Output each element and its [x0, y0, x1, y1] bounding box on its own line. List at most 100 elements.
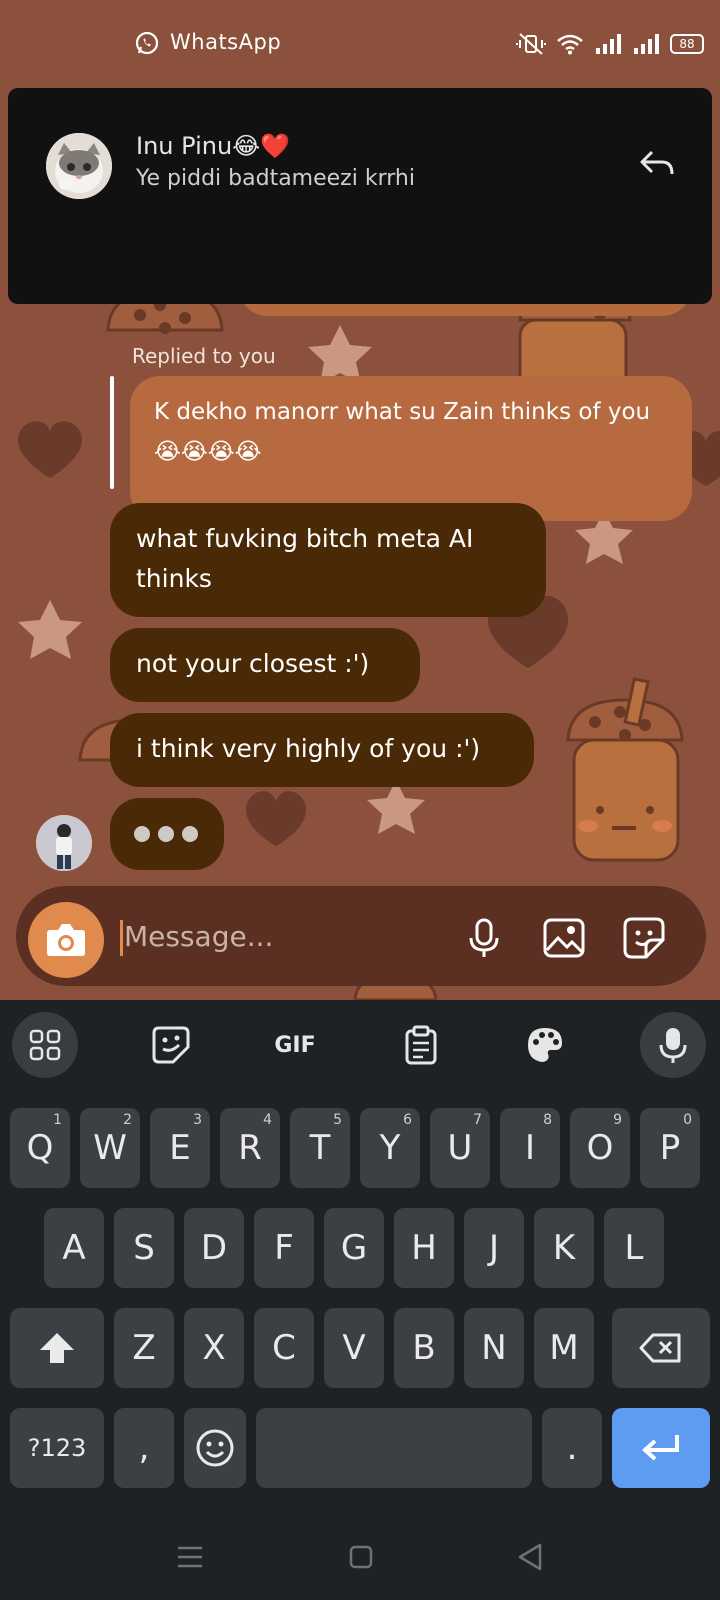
key-hint: 8	[543, 1112, 552, 1128]
key-g[interactable]: G	[324, 1208, 384, 1288]
keyboard-menu-button[interactable]	[12, 1012, 78, 1078]
message-bubble[interactable]: i think very highly of you :')	[110, 713, 534, 787]
key-o[interactable]: O9	[570, 1108, 630, 1188]
key-h[interactable]: H	[394, 1208, 454, 1288]
key-a[interactable]: A	[44, 1208, 104, 1288]
key-i[interactable]: I8	[500, 1108, 560, 1188]
key-label: T	[309, 1128, 331, 1168]
key-x[interactable]: X	[184, 1308, 244, 1388]
camera-icon	[47, 924, 85, 956]
key-label: Q	[26, 1128, 54, 1168]
shift-key[interactable]	[10, 1308, 104, 1388]
status-app-name: WhatsApp	[170, 30, 282, 54]
message-bubble[interactable]: not your closest :')	[110, 628, 420, 702]
key-hint: 5	[333, 1112, 342, 1128]
key-b[interactable]: B	[394, 1308, 454, 1388]
symbols-key[interactable]: ?123	[10, 1408, 104, 1488]
reply-icon[interactable]	[638, 148, 678, 180]
shift-arrow-icon	[40, 1333, 74, 1363]
message-notification[interactable]: Inu Pinu😂❤️ Ye piddi badtameezi krrhi	[8, 88, 712, 304]
clipboard-button[interactable]	[388, 1012, 454, 1078]
key-hint: 0	[683, 1112, 692, 1128]
key-r[interactable]: R4	[220, 1108, 280, 1188]
key-hint: 1	[53, 1112, 62, 1128]
key-k[interactable]: K	[534, 1208, 594, 1288]
key-hint: 2	[123, 1112, 132, 1128]
key-e[interactable]: E3	[150, 1108, 210, 1188]
key-n[interactable]: N	[464, 1308, 524, 1388]
key-label: W	[93, 1128, 127, 1168]
notification-message: Ye piddi badtameezi krrhi	[136, 166, 415, 191]
vibrate-muted-icon	[516, 33, 546, 55]
space-key[interactable]	[256, 1408, 532, 1488]
message-input[interactable]	[124, 916, 444, 956]
voice-input-button[interactable]	[640, 1012, 706, 1078]
navigation-bar	[0, 1520, 720, 1600]
backspace-icon	[639, 1333, 681, 1363]
key-j[interactable]: J	[464, 1208, 524, 1288]
key-c[interactable]: C	[254, 1308, 314, 1388]
camera-button[interactable]	[28, 902, 104, 978]
emoji-key[interactable]	[184, 1408, 246, 1488]
key-label: P	[659, 1128, 681, 1168]
text-cursor	[120, 920, 123, 956]
person-photo	[36, 815, 92, 871]
key-label: U	[447, 1128, 473, 1168]
key-label: E	[169, 1128, 191, 1168]
keyboard-sticker-button[interactable]	[138, 1012, 204, 1078]
comma-key[interactable]: ,	[114, 1408, 174, 1488]
key-p[interactable]: P0	[640, 1108, 700, 1188]
message-bubble[interactable]: what fuvking bitch meta AI thinks	[110, 503, 546, 617]
cat-photo	[46, 133, 112, 199]
status-bar: WhatsApp 88	[0, 0, 720, 88]
key-s[interactable]: S	[114, 1208, 174, 1288]
key-hint: 4	[263, 1112, 272, 1128]
sticker-icon	[152, 1026, 190, 1064]
key-label: R	[238, 1128, 262, 1168]
status-icons: 88	[516, 30, 704, 58]
gif-label: GIF	[274, 1032, 316, 1058]
key-d[interactable]: D	[184, 1208, 244, 1288]
signal-icon-2	[634, 34, 659, 54]
apps-grid-icon	[29, 1029, 61, 1061]
key-f[interactable]: F	[254, 1208, 314, 1288]
key-q[interactable]: Q1	[10, 1108, 70, 1188]
meta-ai-avatar	[36, 815, 92, 871]
typing-indicator	[110, 798, 224, 870]
gallery-icon[interactable]	[540, 914, 588, 962]
notification-sender: Inu Pinu😂❤️	[136, 132, 291, 160]
gif-button[interactable]: GIF	[262, 1012, 328, 1078]
home-icon[interactable]	[348, 1544, 374, 1570]
back-icon[interactable]	[516, 1542, 544, 1572]
key-hint: 7	[473, 1112, 482, 1128]
key-label: O	[586, 1128, 614, 1168]
wifi-icon	[557, 34, 583, 55]
keyboard	[0, 1000, 720, 1600]
backspace-key[interactable]	[612, 1308, 710, 1388]
typing-dot	[182, 826, 198, 842]
period-key[interactable]: .	[542, 1408, 602, 1488]
recents-menu-icon[interactable]	[176, 1544, 204, 1570]
key-m[interactable]: M	[534, 1308, 594, 1388]
key-y[interactable]: Y6	[360, 1108, 420, 1188]
key-t[interactable]: T5	[290, 1108, 350, 1188]
battery-indicator: 88	[670, 34, 704, 54]
clipboard-icon	[405, 1025, 437, 1065]
key-z[interactable]: Z	[114, 1308, 174, 1388]
key-u[interactable]: U7	[430, 1108, 490, 1188]
microphone-icon[interactable]	[460, 914, 508, 962]
key-w[interactable]: W2	[80, 1108, 140, 1188]
sticker-icon[interactable]	[620, 914, 668, 962]
reply-indicator-line	[110, 376, 114, 489]
enter-key[interactable]	[612, 1408, 710, 1488]
whatsapp-icon	[135, 31, 159, 55]
typing-dot	[134, 826, 150, 842]
key-l[interactable]: L	[604, 1208, 664, 1288]
typing-dot	[158, 826, 174, 842]
theme-button[interactable]	[512, 1012, 578, 1078]
quoted-message[interactable]: K dekho manorr what su Zain thinks of yo…	[130, 376, 692, 521]
enter-arrow-icon	[642, 1435, 679, 1461]
key-label: I	[524, 1128, 536, 1168]
key-v[interactable]: V	[324, 1308, 384, 1388]
signal-icon	[596, 34, 621, 54]
